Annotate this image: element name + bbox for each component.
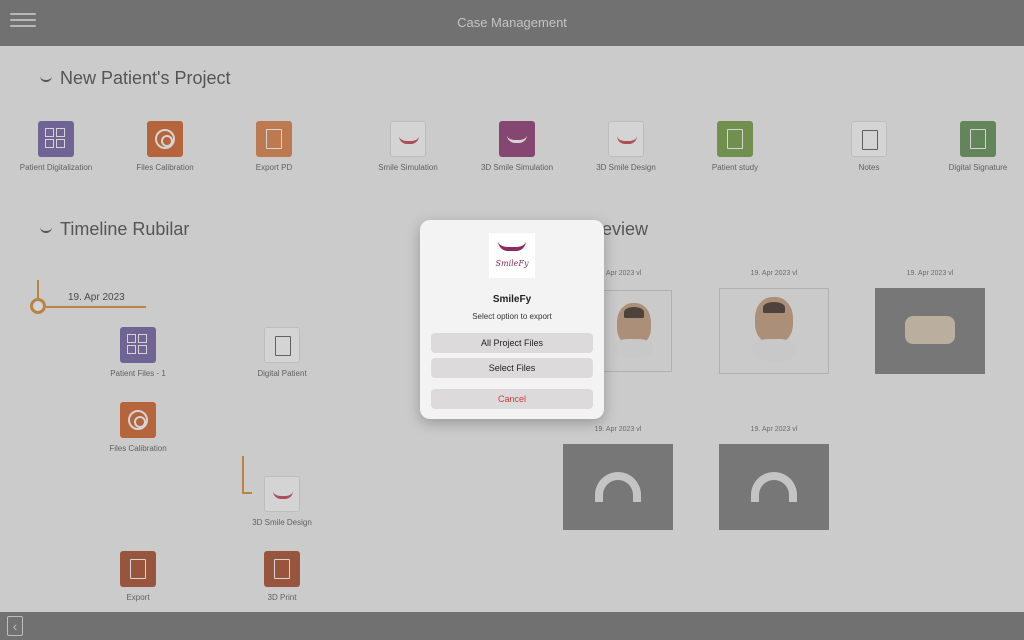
smilefy-logo: SmileFy bbox=[489, 233, 535, 278]
cancel-button[interactable]: Cancel bbox=[431, 389, 593, 409]
dialog-message: Select option to export bbox=[472, 312, 552, 321]
select-files-button[interactable]: Select Files bbox=[431, 358, 593, 378]
export-dialog: SmileFy SmileFy Select option to export … bbox=[420, 220, 604, 419]
dialog-title: SmileFy bbox=[492, 294, 532, 305]
all-project-files-button[interactable]: All Project Files bbox=[431, 333, 593, 353]
